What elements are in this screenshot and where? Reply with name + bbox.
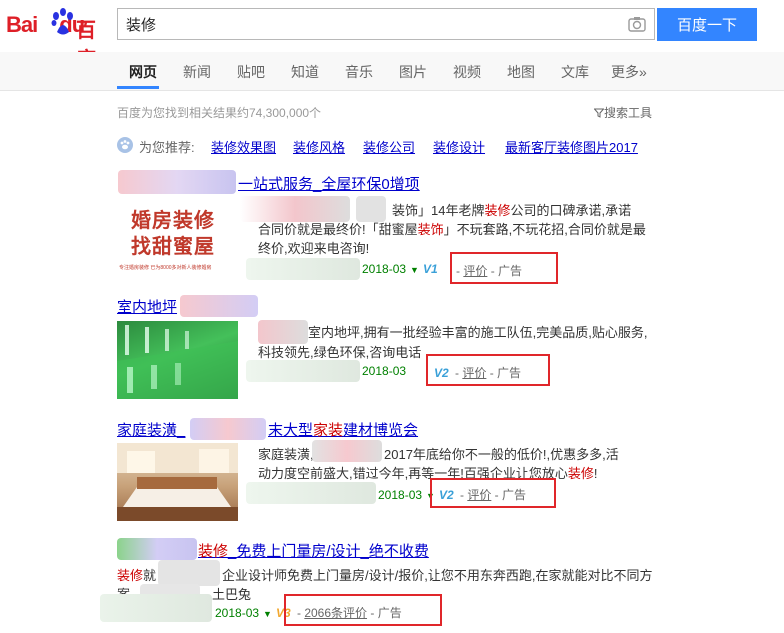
recommend-label: 为您推荐: [139, 140, 195, 155]
result-snippet: 合同价就是最终价!「甜蜜屋装饰」不玩套路,不玩花招,合同价就是最 [258, 222, 646, 237]
result-snippet: 终价,欢迎来电咨询! [258, 241, 370, 256]
recommend-link[interactable]: 装修公司 [363, 137, 415, 156]
camera-icon[interactable] [628, 16, 646, 32]
recommend-link[interactable]: 最新客厅装修图片2017 [505, 137, 638, 156]
result-title[interactable]: 末大型家装建材博览会 [268, 419, 418, 440]
redacted-area [158, 560, 220, 586]
tab-wenku[interactable]: 文库 [561, 62, 589, 82]
result-thumbnail[interactable] [117, 443, 238, 521]
result-thumbnail[interactable] [117, 321, 238, 399]
redacted-area [246, 482, 376, 504]
v1-badge-icon[interactable]: V1 [423, 262, 438, 276]
paw-icon [51, 8, 73, 35]
result-title[interactable]: 家庭装潢_ [117, 419, 185, 440]
result-count: 百度为您找到相关结果约74,300,000个 [117, 106, 322, 120]
tab-video[interactable]: 视频 [453, 62, 481, 82]
tab-more[interactable]: 更多» [611, 62, 647, 82]
filter-icon [593, 108, 605, 118]
redacted-area [118, 170, 236, 194]
baidu-logo[interactable]: Baidu 百度 [6, 6, 110, 71]
dropdown-arrow-icon[interactable]: ▼ [263, 609, 272, 619]
recommend-link[interactable]: 装修效果图 [211, 137, 276, 156]
result-title[interactable]: 室内地坪 [117, 296, 177, 317]
result-snippet: 土巴兔 [212, 587, 252, 602]
result-title[interactable]: 装修_免费上门量房/设计_绝不收费 [198, 540, 429, 561]
search-input[interactable] [118, 9, 634, 39]
redacted-area [100, 594, 212, 622]
result-thumbnail[interactable]: 婚房装修 找甜蜜屋 专注婚房装修 已为8000多对新人装修婚房 [117, 194, 238, 274]
tab-tieba[interactable]: 贴吧 [237, 62, 265, 82]
redacted-area [190, 418, 266, 440]
result-snippet: 家庭装潢, [258, 447, 314, 462]
highlight-box [430, 478, 556, 508]
result-snippet: 2017年底给你不一般的低价!,优惠多多,活 [384, 447, 619, 462]
highlight-box [426, 354, 550, 386]
search-tools-button[interactable]: 搜索工具 [593, 104, 652, 121]
redacted-area [258, 320, 308, 344]
search-button[interactable]: 百度一下 [657, 8, 757, 41]
redacted-area [180, 295, 258, 317]
redacted-area [117, 538, 197, 560]
floor-image [117, 325, 238, 399]
highlight-box [284, 594, 442, 626]
result-meta: 2018-03 ▼ V1 [362, 262, 438, 276]
dropdown-arrow-icon[interactable]: ▼ [410, 265, 419, 275]
search-box[interactable] [117, 8, 655, 40]
result-title[interactable]: 一站式服务_全屋环保0增项 [238, 173, 420, 194]
tab-music[interactable]: 音乐 [345, 62, 373, 82]
tab-web[interactable]: 网页 [129, 62, 157, 82]
paw-icon [117, 137, 133, 153]
result-snippet: 室内地坪,拥有一批经验丰富的施工队伍,完美品质,贴心服务, [308, 325, 648, 340]
recommend-link[interactable]: 装修设计 [433, 137, 485, 156]
tab-maps[interactable]: 地图 [507, 62, 535, 82]
redacted-area [312, 440, 382, 462]
result-snippet: 企业设计师免费上门量房/设计/报价,让您不用东奔西跑,在家就能对比不同方 [222, 568, 653, 583]
redacted-area [246, 258, 360, 280]
bedroom-image [117, 443, 238, 521]
recommend-link[interactable]: 装修风格 [293, 137, 345, 156]
tab-zhidao[interactable]: 知道 [291, 62, 319, 82]
result-meta: 2018-03 [362, 364, 407, 378]
tab-news[interactable]: 新闻 [183, 62, 211, 82]
redacted-area [246, 360, 360, 382]
result-snippet: 装修就 [117, 568, 157, 583]
highlight-box [450, 252, 558, 284]
active-tab-indicator [117, 86, 159, 89]
header: Baidu 百度 百度一下 [0, 0, 784, 71]
result-snippet: 装饰」14年老牌装修公司的口碑承诺,承诺 [392, 203, 632, 218]
tab-images[interactable]: 图片 [399, 62, 427, 82]
